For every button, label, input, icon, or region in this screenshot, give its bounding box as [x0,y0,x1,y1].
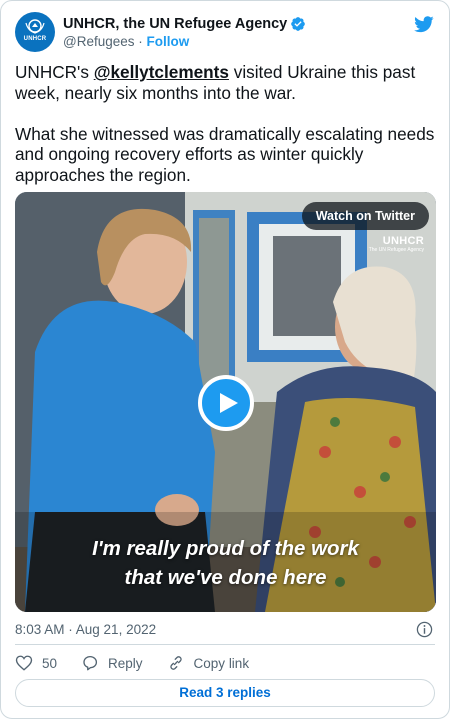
reply-button[interactable]: Reply [81,654,143,672]
tweet-text-prefix: UNHCR's [15,62,94,82]
tweet-paragraph-2: What she witnessed was dramatically esca… [15,123,435,185]
twitter-bird-icon[interactable] [413,14,435,34]
tweet-paragraph-1: UNHCR's @kellytclements visited Ukraine … [15,62,435,103]
heart-icon [15,655,33,671]
divider [15,644,435,645]
reply-icon [83,655,98,671]
avatar[interactable]: UNHCR [15,12,55,52]
tweet-actions: 50 Reply Copy link [15,652,435,674]
verified-badge-icon [291,16,306,31]
tweet-body: UNHCR's @kellytclements visited Ukraine … [15,62,435,185]
author-block: UNHCR, the UN Refugee Agency @Refugees ·… [63,14,306,51]
avatar-label: UNHCR [23,36,47,42]
unhcr-watermark: UNHCR The UN Refugee Agency [369,235,424,253]
read-replies-button[interactable]: Read 3 replies [15,679,435,707]
reply-label: Reply [108,655,143,671]
watermark-text: UNHCR [382,235,424,247]
copy-link-label: Copy link [193,655,250,671]
copy-link-button[interactable]: Copy link [167,654,250,672]
follow-button[interactable]: Follow [147,34,190,49]
watch-on-twitter-button[interactable]: Watch on Twitter [301,202,429,230]
link-icon [169,656,182,670]
tweet-card: UNHCR UNHCR, the UN Refugee Agency @Refu… [0,0,450,719]
video-player[interactable]: Watch on Twitter UNHCR The UN Refugee Ag… [15,192,436,612]
play-button[interactable] [198,375,254,431]
info-icon[interactable] [416,621,433,638]
tweet-header: UNHCR UNHCR, the UN Refugee Agency @Refu… [15,12,435,54]
like-button[interactable]: 50 [15,654,57,672]
video-caption-line-2: that we've done here [124,566,327,589]
watermark-subtext: The UN Refugee Agency [368,247,424,253]
author-handle[interactable]: @Refugees [63,34,135,49]
author-display-name[interactable]: UNHCR, the UN Refugee Agency [63,16,287,32]
like-count: 50 [42,655,58,671]
handle-separator: · [138,34,143,49]
mention-link[interactable]: @kellytclements [94,62,229,82]
video-caption-line-1: I'm really proud of the work [92,537,359,560]
tweet-timestamp[interactable]: 8:03 AM · Aug 21, 2022 [15,622,156,637]
unhcr-logo-icon [25,19,45,34]
play-icon [220,393,238,413]
tweet-meta: 8:03 AM · Aug 21, 2022 [15,620,435,640]
